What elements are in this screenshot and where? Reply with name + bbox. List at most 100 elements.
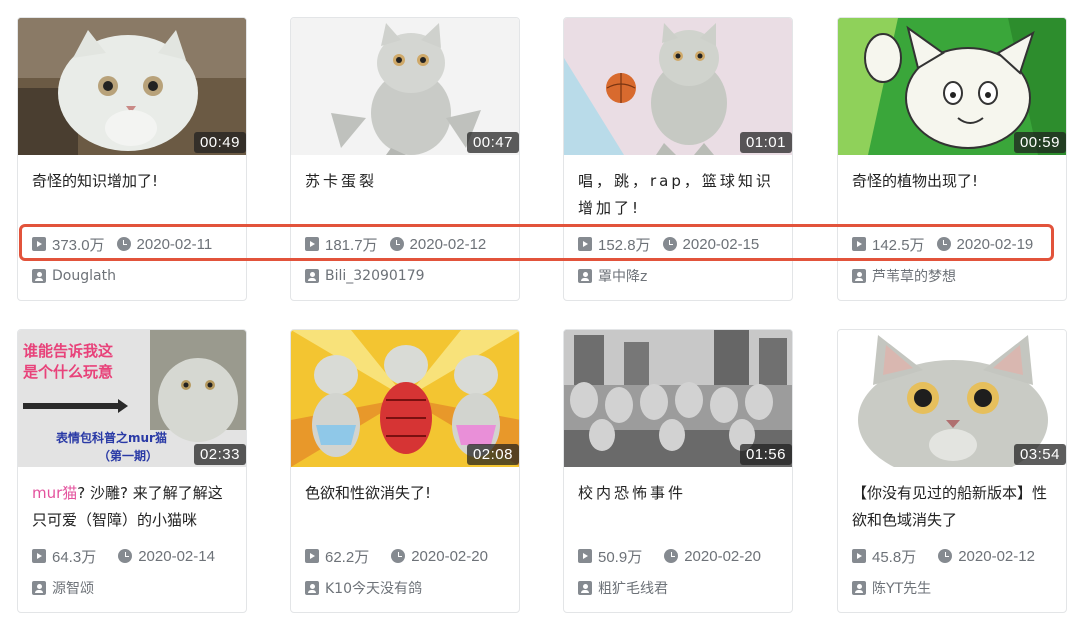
video-author[interactable]: Bili_32090179 <box>305 266 425 286</box>
video-title[interactable]: 色欲和性欲消失了! <box>305 480 510 507</box>
author-name[interactable]: 芦苇草的梦想 <box>872 266 956 286</box>
clock-icon <box>389 237 404 251</box>
video-author[interactable]: 源智颂 <box>32 578 94 598</box>
clock-icon <box>116 237 131 251</box>
video-stats: 142.5万 2020-02-19 <box>852 234 1033 254</box>
video-author[interactable]: 芦苇草的梦想 <box>852 266 956 286</box>
video-thumbnail[interactable]: 00:59 <box>838 18 1066 155</box>
clock-icon <box>118 549 133 563</box>
video-thumbnail[interactable]: 00:47 <box>291 18 519 155</box>
video-thumbnail[interactable]: 谁能告诉我这 是个什么玩意 表情包科普之mur猫 （第一期） 02:33 <box>18 330 246 467</box>
thumb-caption-line1: 谁能告诉我这 <box>23 342 113 360</box>
play-count-icon <box>32 549 46 563</box>
video-card[interactable]: 01:56 校内恐怖事件 50.9万 2020-02-20 粗犷毛线君 <box>563 329 793 613</box>
author-name[interactable]: 源智颂 <box>52 578 94 598</box>
upload-date: 2020-02-11 <box>136 235 213 253</box>
video-thumbnail[interactable]: 02:08 <box>291 330 519 467</box>
video-title[interactable]: mur猫? 沙雕? 来了解了解这只可爱（智障）的小猫咪 <box>32 480 237 534</box>
clock-icon <box>662 237 677 251</box>
clock-icon <box>664 549 679 563</box>
video-stats: 181.7万 2020-02-12 <box>305 234 486 254</box>
video-duration: 03:54 <box>1013 444 1066 465</box>
play-count-icon <box>578 549 592 563</box>
video-stats: 373.0万 2020-02-11 <box>32 234 212 254</box>
view-count: 373.0万 <box>52 236 105 254</box>
upload-date: 2020-02-20 <box>411 547 488 565</box>
video-author[interactable]: Douglath <box>32 266 116 286</box>
author-name[interactable]: K10今天没有鸽 <box>325 578 422 598</box>
user-icon <box>852 269 866 283</box>
user-icon <box>305 581 319 595</box>
view-count: 45.8万 <box>872 548 917 566</box>
upload-date: 2020-02-19 <box>956 235 1034 253</box>
video-title[interactable]: 奇怪的知识增加了! <box>32 168 237 195</box>
video-thumbnail[interactable]: 01:56 <box>564 330 792 467</box>
view-count: 152.8万 <box>598 236 651 254</box>
video-duration: 01:01 <box>739 132 792 153</box>
video-title[interactable]: 苏卡蛋裂 <box>305 168 510 195</box>
video-thumbnail[interactable]: 03:54 <box>838 330 1066 467</box>
view-count: 64.3万 <box>52 548 97 566</box>
thumb-caption-line3: 表情包科普之mur猫 <box>55 430 167 445</box>
upload-date: 2020-02-20 <box>684 547 761 565</box>
play-count-icon <box>32 237 46 251</box>
author-name[interactable]: 陈YT先生 <box>872 578 931 598</box>
video-duration: 02:33 <box>193 444 246 465</box>
video-thumbnail[interactable]: 00:49 <box>18 18 246 155</box>
thumb-caption-line2: 是个什么玩意 <box>22 363 113 381</box>
video-duration: 01:56 <box>739 444 792 465</box>
upload-date: 2020-02-14 <box>138 547 215 565</box>
video-author[interactable]: 陈YT先生 <box>852 578 931 598</box>
video-thumbnail[interactable]: 01:01 <box>564 18 792 155</box>
clock-icon <box>391 549 406 563</box>
video-duration: 00:49 <box>193 132 246 153</box>
video-duration: 00:59 <box>1013 132 1066 153</box>
video-duration: 02:08 <box>466 444 519 465</box>
video-grid: 00:49 奇怪的知识增加了! 373.0万 2020-02-11 Dougla… <box>0 0 1080 630</box>
play-count-icon <box>578 237 592 251</box>
video-stats: 50.9万 2020-02-20 <box>578 546 761 566</box>
clock-icon <box>936 237 951 251</box>
user-icon <box>32 581 46 595</box>
video-card[interactable]: 01:01 唱，跳，rap，篮球知识增加了! 152.8万 2020-02-15… <box>563 17 793 301</box>
upload-date: 2020-02-12 <box>409 235 487 253</box>
video-card[interactable]: 03:54 【你没有见过的船新版本】性欲和色域消失了 45.8万 2020-02… <box>837 329 1067 613</box>
upload-date: 2020-02-15 <box>682 235 760 253</box>
thumb-caption-line4: （第一期） <box>98 448 158 463</box>
user-icon <box>852 581 866 595</box>
user-icon <box>305 269 319 283</box>
author-name[interactable]: Bili_32090179 <box>325 268 425 284</box>
video-stats: 45.8万 2020-02-12 <box>852 546 1035 566</box>
play-count-icon <box>852 549 866 563</box>
video-card[interactable]: 谁能告诉我这 是个什么玩意 表情包科普之mur猫 （第一期） 02:33 mur… <box>17 329 247 613</box>
view-count: 142.5万 <box>872 236 925 254</box>
play-count-icon <box>305 237 319 251</box>
user-icon <box>578 581 592 595</box>
video-author[interactable]: 罩中降z <box>578 266 647 286</box>
video-title[interactable]: 校内恐怖事件 <box>578 480 783 507</box>
video-card[interactable]: 00:49 奇怪的知识增加了! 373.0万 2020-02-11 Dougla… <box>17 17 247 301</box>
user-icon <box>578 269 592 283</box>
video-author[interactable]: 粗犷毛线君 <box>578 578 668 598</box>
video-duration: 00:47 <box>466 132 519 153</box>
video-card[interactable]: 02:08 色欲和性欲消失了! 62.2万 2020-02-20 K10今天没有… <box>290 329 520 613</box>
author-name[interactable]: Douglath <box>52 268 116 284</box>
upload-date: 2020-02-12 <box>958 547 1035 565</box>
author-name[interactable]: 罩中降z <box>598 266 647 286</box>
clock-icon <box>938 549 953 563</box>
video-card[interactable]: 00:59 奇怪的植物出现了! 142.5万 2020-02-19 芦苇草的梦想 <box>837 17 1067 301</box>
video-author[interactable]: K10今天没有鸽 <box>305 578 422 598</box>
video-title[interactable]: 奇怪的植物出现了! <box>852 168 1057 195</box>
video-title[interactable]: 【你没有见过的船新版本】性欲和色域消失了 <box>852 480 1057 534</box>
view-count: 181.7万 <box>325 236 378 254</box>
user-icon <box>32 269 46 283</box>
author-name[interactable]: 粗犷毛线君 <box>598 578 668 598</box>
play-count-icon <box>305 549 319 563</box>
video-stats: 152.8万 2020-02-15 <box>578 234 759 254</box>
video-card[interactable]: 00:47 苏卡蛋裂 181.7万 2020-02-12 Bili_320901… <box>290 17 520 301</box>
video-title[interactable]: 唱，跳，rap，篮球知识增加了! <box>578 168 783 222</box>
video-stats: 64.3万 2020-02-14 <box>32 546 215 566</box>
view-count: 50.9万 <box>598 548 643 566</box>
view-count: 62.2万 <box>325 548 370 566</box>
title-highlight[interactable]: mur猫 <box>32 484 77 502</box>
